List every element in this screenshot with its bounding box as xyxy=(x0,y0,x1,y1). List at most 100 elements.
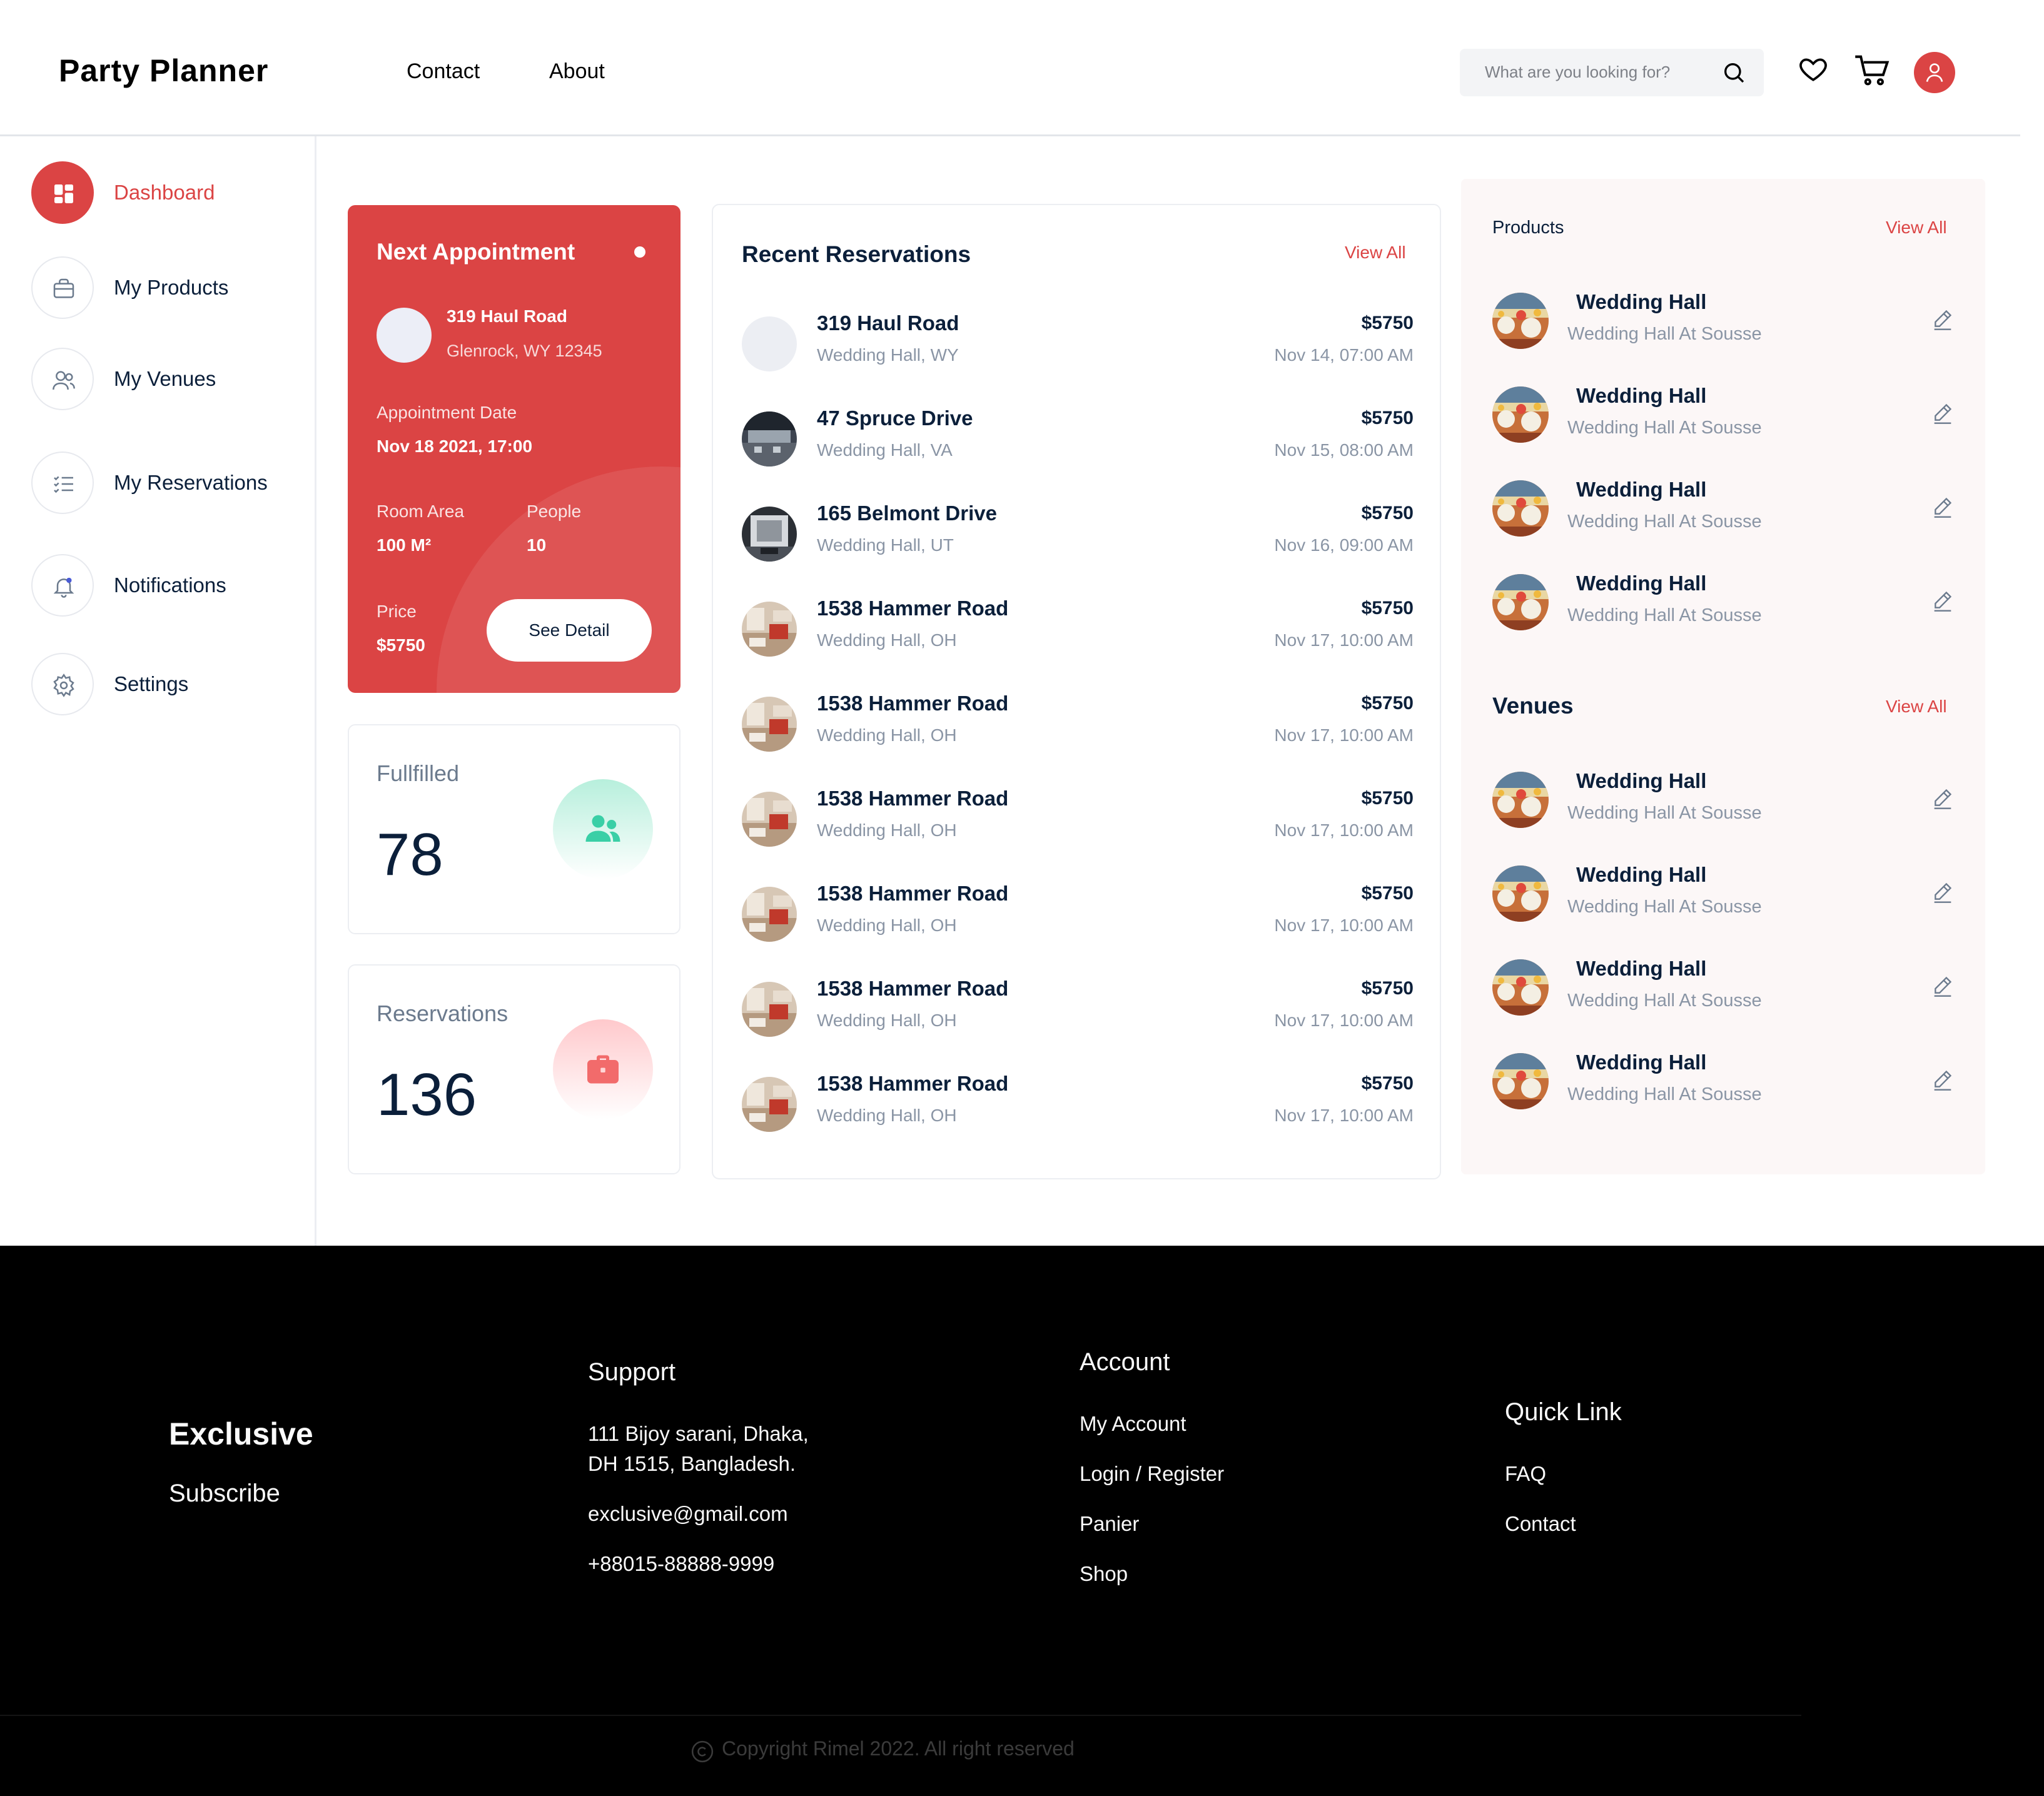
sidebar-item-my-reservations[interactable]: My Reservations xyxy=(31,452,306,514)
fulfilled-stat-card: Fullfilled 78 xyxy=(348,724,680,934)
reservation-price: $5750 xyxy=(1361,978,1414,999)
sidebar-item-my-products[interactable]: My Products xyxy=(31,256,306,319)
reservation-date: Nov 17, 10:00 AM xyxy=(1274,630,1414,650)
product-item[interactable]: Wedding Hall Wedding Hall At Sousse xyxy=(1492,478,1955,540)
edit-icon[interactable] xyxy=(1930,306,1955,331)
briefcase-icon xyxy=(553,1019,653,1119)
reservation-date: Nov 17, 10:00 AM xyxy=(1274,820,1414,840)
search-bar[interactable]: What are you looking for? xyxy=(1460,49,1764,96)
reservation-location: Wedding Hall, UT xyxy=(817,535,954,555)
reservation-row[interactable]: 1538 Hammer Road Wedding Hall, OH $5750 Nov… xyxy=(742,787,1414,849)
edit-icon[interactable] xyxy=(1930,494,1955,519)
stat-value: 136 xyxy=(377,1061,477,1128)
reservation-location: Wedding Hall, OH xyxy=(817,1011,957,1030)
brand-logo[interactable]: Party Planner xyxy=(59,53,268,89)
sidebar-item-notifications[interactable]: Notifications xyxy=(31,554,306,617)
footer-link-contact[interactable]: Contact xyxy=(1505,1512,1576,1536)
search-icon[interactable] xyxy=(1721,60,1746,85)
reservation-row[interactable]: 47 Spruce Drive Wedding Hall, VA $5750 Nov … xyxy=(742,406,1414,469)
reservation-row[interactable]: 1538 Hammer Road Wedding Hall, OH $5750 Nov… xyxy=(742,977,1414,1039)
reservation-name: 319 Haul Road xyxy=(817,311,959,335)
reservation-row[interactable]: 1538 Hammer Road Wedding Hall, OH $5750 Nov… xyxy=(742,692,1414,754)
product-item-subtitle: Wedding Hall At Sousse xyxy=(1567,324,1762,344)
reservation-price: $5750 xyxy=(1361,788,1414,809)
appointment-city: Glenrock, WY 12345 xyxy=(447,341,602,360)
reservation-price: $5750 xyxy=(1361,503,1414,523)
reservation-row[interactable]: 165 Belmont Drive Wedding Hall, UT $5750 No… xyxy=(742,502,1414,564)
edit-icon[interactable] xyxy=(1930,400,1955,425)
bell-icon xyxy=(31,554,94,617)
nav-about[interactable]: About xyxy=(549,59,605,84)
reservation-name: 1538 Hammer Road xyxy=(817,882,1009,905)
reservation-row[interactable]: 1538 Hammer Road Wedding Hall, OH $5750 Nov… xyxy=(742,882,1414,944)
reservation-date: Nov 17, 10:00 AM xyxy=(1274,725,1414,745)
sidebar-item-settings[interactable]: Settings xyxy=(31,653,306,715)
venue-item-subtitle: Wedding Hall At Sousse xyxy=(1567,803,1762,823)
footer-link-shop[interactable]: Shop xyxy=(1080,1562,1128,1586)
copyright-text: Copyright Rimel 2022. All right reserved xyxy=(722,1737,1075,1760)
sidebar: Dashboard My Products My Venues My Reser… xyxy=(0,136,316,1246)
venue-item-name: Wedding Hall xyxy=(1576,957,1707,980)
edit-icon[interactable] xyxy=(1930,588,1955,613)
reservation-date: Nov 15, 08:00 AM xyxy=(1274,440,1414,460)
sidebar-item-label: My Reservations xyxy=(114,471,268,494)
reservation-name: 165 Belmont Drive xyxy=(817,502,997,525)
edit-icon[interactable] xyxy=(1930,785,1955,810)
reservation-date: Nov 16, 09:00 AM xyxy=(1274,535,1414,555)
next-appointment-card: Next Appointment 319 Haul Road Glenrock,… xyxy=(348,205,680,693)
footer-subscribe[interactable]: Subscribe xyxy=(169,1480,280,1508)
product-item[interactable]: Wedding Hall Wedding Hall At Sousse xyxy=(1492,572,1955,634)
reservation-price: $5750 xyxy=(1361,598,1414,618)
status-dot xyxy=(634,246,645,258)
venue-item[interactable]: Wedding Hall Wedding Hall At Sousse xyxy=(1492,863,1955,926)
footer-address-line2: DH 1515, Bangladesh. xyxy=(588,1452,796,1475)
venue-item-subtitle: Wedding Hall At Sousse xyxy=(1567,897,1762,917)
reservations-title: Recent Reservations xyxy=(742,241,971,267)
reservation-row[interactable]: 1538 Hammer Road Wedding Hall, OH $5750 Nov… xyxy=(742,1072,1414,1134)
footer-link-login-register[interactable]: Login / Register xyxy=(1080,1462,1224,1486)
footer-quick-link-title: Quick Link xyxy=(1505,1398,1622,1426)
user-avatar[interactable] xyxy=(1914,52,1955,93)
reservation-row[interactable]: 319 Haul Road Wedding Hall, WY $5750 Nov 14… xyxy=(742,311,1414,374)
reservation-price: $5750 xyxy=(1361,693,1414,714)
sidebar-item-label: Notifications xyxy=(114,573,226,597)
checklist-icon xyxy=(31,452,94,514)
reservation-row[interactable]: 1538 Hammer Road Wedding Hall, OH $5750 Nov… xyxy=(742,597,1414,659)
product-item-thumbnail xyxy=(1492,574,1549,630)
edit-icon[interactable] xyxy=(1930,973,1955,998)
edit-icon[interactable] xyxy=(1930,879,1955,904)
nav-contact[interactable]: Contact xyxy=(407,59,480,84)
heart-icon[interactable] xyxy=(1798,54,1829,85)
venue-item-thumbnail xyxy=(1492,1053,1549,1109)
product-item[interactable]: Wedding Hall Wedding Hall At Sousse xyxy=(1492,384,1955,446)
cart-icon[interactable] xyxy=(1854,54,1890,88)
reservation-price: $5750 xyxy=(1361,313,1414,333)
venue-item[interactable]: Wedding Hall Wedding Hall At Sousse xyxy=(1492,957,1955,1019)
venues-view-all-link[interactable]: View All xyxy=(1886,697,1947,717)
product-item[interactable]: Wedding Hall Wedding Hall At Sousse xyxy=(1492,290,1955,353)
footer-brand: Exclusive xyxy=(169,1416,313,1451)
edit-icon[interactable] xyxy=(1930,1067,1955,1092)
footer-support-title: Support xyxy=(588,1358,676,1386)
reservation-name: 1538 Hammer Road xyxy=(817,977,1009,1000)
reservation-thumbnail xyxy=(742,316,797,371)
footer-email[interactable]: exclusive@gmail.com xyxy=(588,1502,788,1526)
venue-item-name: Wedding Hall xyxy=(1576,863,1707,886)
footer-link-panier[interactable]: Panier xyxy=(1080,1512,1139,1536)
venue-item[interactable]: Wedding Hall Wedding Hall At Sousse xyxy=(1492,769,1955,832)
sidebar-item-dashboard[interactable]: Dashboard xyxy=(31,161,306,224)
footer-phone[interactable]: +88015-88888-9999 xyxy=(588,1552,774,1576)
search-input[interactable]: What are you looking for? xyxy=(1485,63,1670,82)
see-detail-button[interactable]: See Detail xyxy=(487,599,652,662)
price-value: $5750 xyxy=(377,635,425,655)
appointment-title: Next Appointment xyxy=(377,239,575,265)
venue-item[interactable]: Wedding Hall Wedding Hall At Sousse xyxy=(1492,1051,1955,1113)
products-view-all-link[interactable]: View All xyxy=(1886,218,1947,238)
product-item-subtitle: Wedding Hall At Sousse xyxy=(1567,418,1762,438)
reservations-view-all-link[interactable]: View All xyxy=(1345,243,1406,263)
product-item-thumbnail xyxy=(1492,293,1549,349)
footer-link-faq[interactable]: FAQ xyxy=(1505,1462,1546,1486)
product-item-subtitle: Wedding Hall At Sousse xyxy=(1567,512,1762,532)
footer-link-my-account[interactable]: My Account xyxy=(1080,1412,1186,1436)
sidebar-item-my-venues[interactable]: My Venues xyxy=(31,348,306,410)
